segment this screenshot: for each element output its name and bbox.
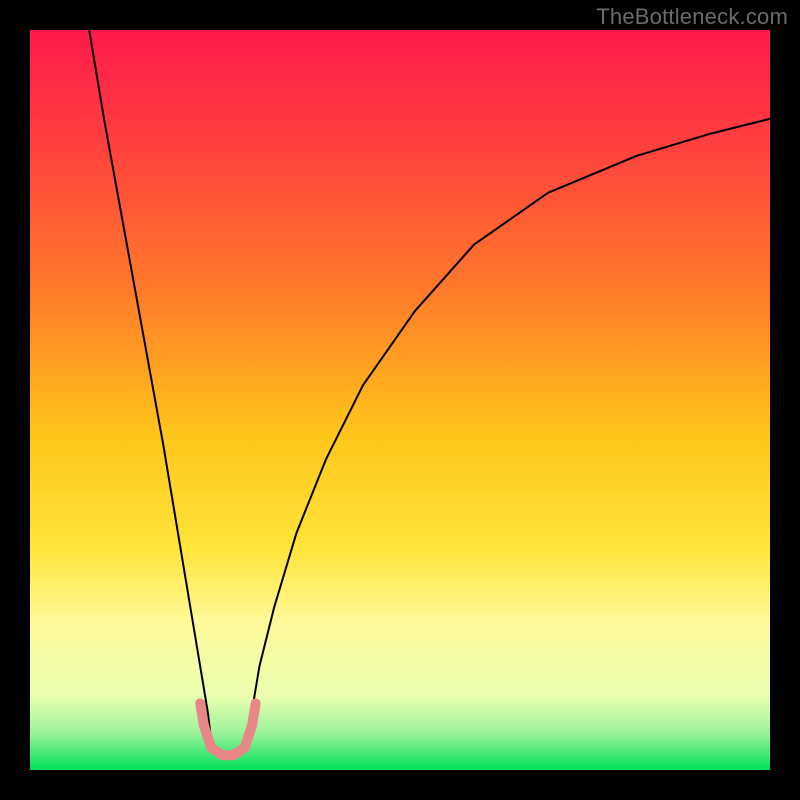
gradient-background (30, 30, 770, 770)
outer-frame: TheBottleneck.com (0, 0, 800, 800)
watermark-text: TheBottleneck.com (596, 4, 788, 30)
plot-area (30, 30, 770, 770)
plot-svg (30, 30, 770, 770)
